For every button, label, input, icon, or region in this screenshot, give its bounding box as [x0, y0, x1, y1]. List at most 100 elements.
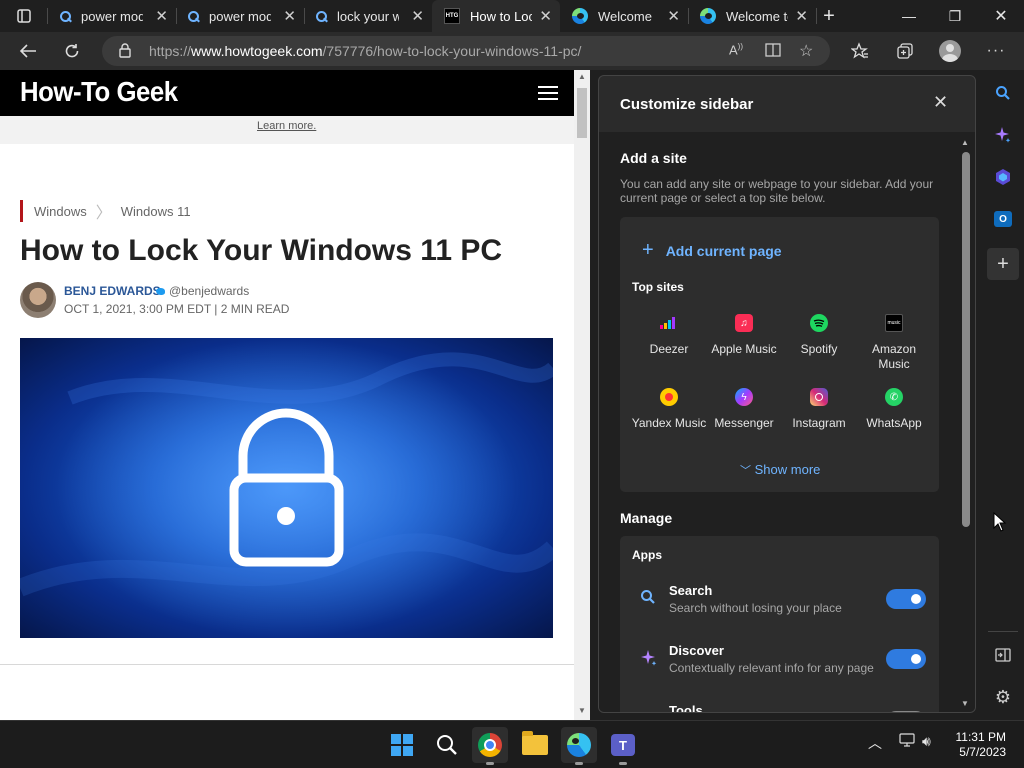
close-icon[interactable]: ✕ — [283, 7, 296, 25]
minimize-button[interactable]: — — [886, 0, 932, 32]
top-site-messenger[interactable]: ϟ Messenger — [705, 388, 783, 431]
discover-sparkle-icon — [640, 649, 658, 672]
twitter-bird-icon — [156, 288, 165, 295]
chrome-icon — [478, 733, 502, 757]
instagram-icon — [810, 388, 828, 406]
clock-time: 11:31 PM — [955, 730, 1006, 744]
discover-toggle[interactable] — [886, 649, 926, 669]
add-favorite-icon[interactable]: ☆ — [799, 41, 813, 61]
tab-welcome-to[interactable]: Welcome to ✕ — [688, 0, 816, 32]
article-title: How to Lock Your Windows 11 PC — [20, 234, 503, 267]
author-twitter[interactable]: @benjedwards — [156, 284, 249, 298]
discover-sparkle-icon[interactable] — [987, 119, 1019, 151]
edge-sidebar: O + ⚙ — [982, 70, 1024, 720]
breadcrumb-windows-11[interactable]: Windows 11 — [121, 204, 191, 219]
tab-title: Welcome — [598, 8, 652, 24]
close-icon[interactable]: ✕ — [933, 92, 948, 113]
search-icon — [437, 735, 457, 755]
url-text[interactable]: https://www.howtogeek.com/757776/how-to-… — [149, 43, 581, 59]
network-icon[interactable] — [899, 733, 915, 750]
search-icon[interactable] — [987, 77, 1019, 109]
add-site-card: + Add current page Top sites Deezer ♫ Ap… — [620, 217, 939, 492]
scroll-down-icon[interactable]: ▼ — [578, 706, 586, 715]
close-icon[interactable]: ✕ — [539, 7, 552, 25]
tab-welcome[interactable]: Welcome ✕ — [560, 0, 688, 32]
scrollbar-thumb[interactable] — [577, 88, 587, 138]
scrollbar-thumb[interactable] — [962, 152, 970, 527]
search-icon — [316, 10, 327, 22]
learn-more-link[interactable]: Learn more. — [257, 120, 316, 132]
page-scrollbar[interactable]: ▲ ▼ — [574, 70, 590, 720]
hide-sidebar-icon[interactable] — [987, 639, 1019, 671]
author-name[interactable]: BENJ EDWARDS — [64, 284, 161, 298]
tools-toggle[interactable] — [886, 711, 926, 712]
breadcrumb: Windows 〉 Windows 11 — [20, 200, 191, 222]
top-site-deezer[interactable]: Deezer — [630, 314, 708, 357]
apps-label: Apps — [632, 548, 662, 562]
site-logo[interactable]: How-To Geek — [20, 76, 178, 108]
add-sidebar-app-icon[interactable]: + — [987, 248, 1019, 280]
games-icon[interactable] — [987, 161, 1019, 193]
manage-heading: Manage — [620, 510, 673, 526]
app-name: Discover — [669, 643, 724, 658]
close-icon[interactable]: ✕ — [667, 7, 680, 25]
add-current-page-label: Add current page — [665, 242, 782, 259]
address-bar[interactable]: https://www.howtogeek.com/757776/how-to-… — [102, 36, 830, 66]
taskbar-edge[interactable] — [561, 727, 597, 765]
close-icon[interactable]: ✕ — [155, 7, 168, 25]
back-icon[interactable] — [10, 32, 46, 70]
system-clock[interactable]: 11:31 PM 5/7/2023 — [950, 730, 1006, 760]
scroll-up-icon[interactable]: ▲ — [961, 138, 969, 147]
scroll-down-icon[interactable]: ▼ — [961, 699, 969, 708]
more-options-icon[interactable]: ··· — [978, 32, 1014, 70]
close-window-button[interactable]: ✕ — [978, 0, 1024, 32]
collections-icon[interactable] — [887, 32, 923, 70]
chevron-up-icon[interactable]: ︿ — [868, 733, 882, 753]
author-avatar[interactable] — [20, 282, 56, 318]
deezer-icon — [660, 314, 678, 332]
panel-scrollbar[interactable]: ▲ ▼ — [960, 136, 972, 710]
tab-search-power-mode-1[interactable]: power mod ✕ — [48, 0, 176, 32]
top-site-whatsapp[interactable]: ✆ WhatsApp — [855, 388, 933, 431]
tab-title: power mod — [209, 8, 271, 24]
taskbar-file-explorer[interactable] — [517, 727, 553, 763]
taskbar-chrome[interactable] — [472, 727, 508, 765]
add-current-page-button[interactable]: + Add current page — [642, 239, 782, 262]
search-toggle[interactable] — [886, 589, 926, 609]
close-icon[interactable]: ✕ — [411, 7, 424, 25]
search-button[interactable] — [429, 727, 465, 763]
top-site-spotify[interactable]: Spotify — [780, 314, 858, 357]
clock-date: 5/7/2023 — [959, 745, 1006, 759]
restore-button[interactable]: ❐ — [932, 0, 978, 32]
top-site-instagram[interactable]: Instagram — [780, 388, 858, 431]
hamburger-menu-icon[interactable] — [538, 86, 558, 100]
top-site-yandex-music[interactable]: Yandex Music — [630, 388, 708, 431]
tab-actions-icon[interactable] — [6, 0, 42, 35]
amazon-music-icon: music — [885, 314, 903, 332]
add-site-heading: Add a site — [620, 150, 687, 166]
outlook-icon[interactable]: O — [987, 203, 1019, 235]
lock-icon[interactable] — [119, 43, 131, 63]
favorites-icon[interactable] — [842, 32, 878, 70]
yandex-music-icon — [660, 388, 678, 406]
read-aloud-icon[interactable]: A)) — [729, 42, 743, 57]
tab-search-lock-your-windows[interactable]: lock your w ✕ — [304, 0, 432, 32]
refresh-icon[interactable] — [54, 32, 90, 70]
browser-toolbar: https://www.howtogeek.com/757776/how-to-… — [0, 32, 1024, 70]
breadcrumb-windows[interactable]: Windows — [34, 204, 87, 219]
start-button[interactable] — [384, 727, 420, 763]
scroll-up-icon[interactable]: ▲ — [578, 72, 586, 81]
tab-how-to-lock-active[interactable]: HTG How to Loc ✕ — [432, 0, 560, 32]
settings-gear-icon[interactable]: ⚙ — [987, 681, 1019, 713]
tab-search-power-mode-2[interactable]: power mod ✕ — [176, 0, 304, 32]
profile-avatar-icon[interactable] — [932, 32, 968, 70]
taskbar-teams[interactable]: T — [605, 727, 641, 765]
volume-icon[interactable]: 🔊︎ — [922, 733, 931, 750]
app-name: Search — [669, 583, 713, 598]
new-tab-button[interactable]: + — [806, 0, 852, 32]
immersive-reader-icon[interactable] — [764, 41, 782, 64]
panel-title: Customize sidebar — [620, 96, 754, 113]
top-site-amazon-music[interactable]: music Amazon Music — [855, 314, 933, 372]
top-site-apple-music[interactable]: ♫ Apple Music — [705, 314, 783, 357]
show-more-button[interactable]: ﹀ Show more — [740, 462, 820, 478]
